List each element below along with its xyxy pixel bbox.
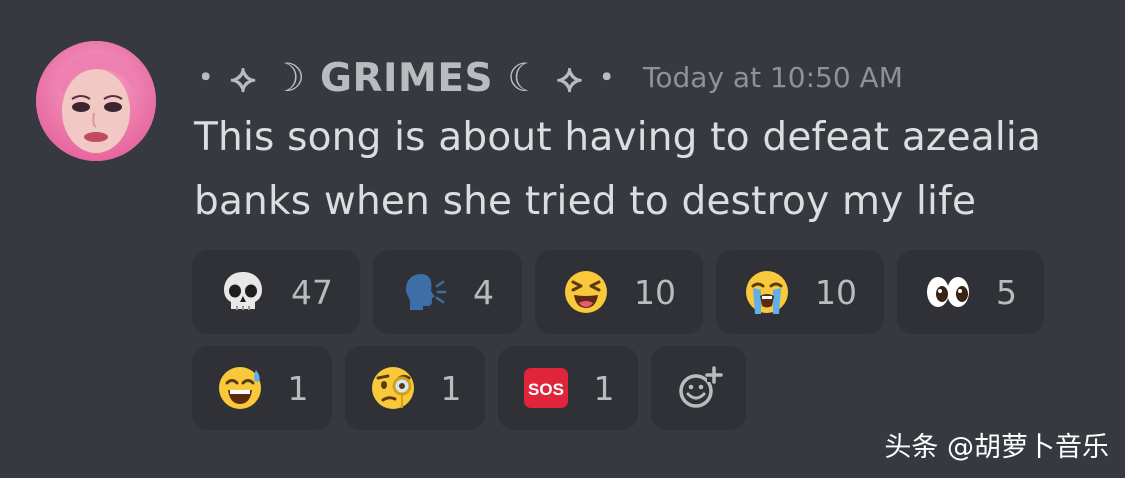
- laughing-face-icon: [562, 268, 610, 316]
- reaction-row: 47 4 10 10 5: [192, 250, 1092, 334]
- reaction-count: 10: [815, 272, 857, 312]
- reaction-skull[interactable]: 47: [192, 250, 360, 334]
- reaction-count: 1: [593, 368, 615, 408]
- message-header: ･ ⟡ ☽ GRIMES ☾ ⟡ ･ Today at 10:50 AM: [196, 47, 903, 103]
- sos-button-icon: SOS: [522, 364, 570, 412]
- reaction-count: 1: [440, 368, 462, 408]
- reaction-count: 10: [634, 272, 676, 312]
- svg-text:SOS: SOS: [528, 380, 564, 399]
- skull-icon: [219, 268, 267, 316]
- reaction-row: 1 1 SOS 1: [192, 346, 1092, 430]
- avatar-photo-icon: [36, 41, 156, 161]
- reaction-monocle[interactable]: 1: [345, 346, 485, 430]
- sweat-smile-icon: [216, 364, 264, 412]
- reaction-loudly-crying[interactable]: 10: [716, 250, 884, 334]
- reaction-count: 47: [291, 272, 333, 312]
- reaction-speaking-head[interactable]: 4: [373, 250, 522, 334]
- speaking-head-icon: [401, 268, 449, 316]
- reaction-count: 5: [996, 272, 1017, 312]
- eyes-icon: [924, 268, 972, 316]
- reaction-sweat-smile[interactable]: 1: [192, 346, 332, 430]
- face-with-monocle-icon: [369, 364, 417, 412]
- reaction-laughing[interactable]: 10: [535, 250, 703, 334]
- message-timestamp[interactable]: Today at 10:50 AM: [643, 61, 903, 94]
- username[interactable]: ･ ⟡ ☽ GRIMES ☾ ⟡ ･: [196, 47, 617, 103]
- add-reaction-button[interactable]: [651, 346, 746, 430]
- reaction-count: 1: [287, 368, 309, 408]
- reaction-count: 4: [473, 272, 494, 312]
- reaction-eyes[interactable]: 5: [897, 250, 1044, 334]
- add-reaction-icon: [678, 366, 723, 408]
- user-avatar[interactable]: [36, 41, 156, 161]
- message-content: This song is about having to defeat azea…: [194, 115, 1042, 224]
- chat-message: ･ ⟡ ☽ GRIMES ☾ ⟡ ･ Today at 10:50 AM Thi…: [0, 0, 1125, 478]
- loudly-crying-face-icon: [743, 268, 791, 316]
- reactions-bar: 47 4 10 10 5 1 1 SOS 1: [192, 250, 1092, 442]
- reaction-sos[interactable]: SOS 1: [498, 346, 638, 430]
- watermark: 头条 @胡萝卜音乐: [884, 432, 1109, 463]
